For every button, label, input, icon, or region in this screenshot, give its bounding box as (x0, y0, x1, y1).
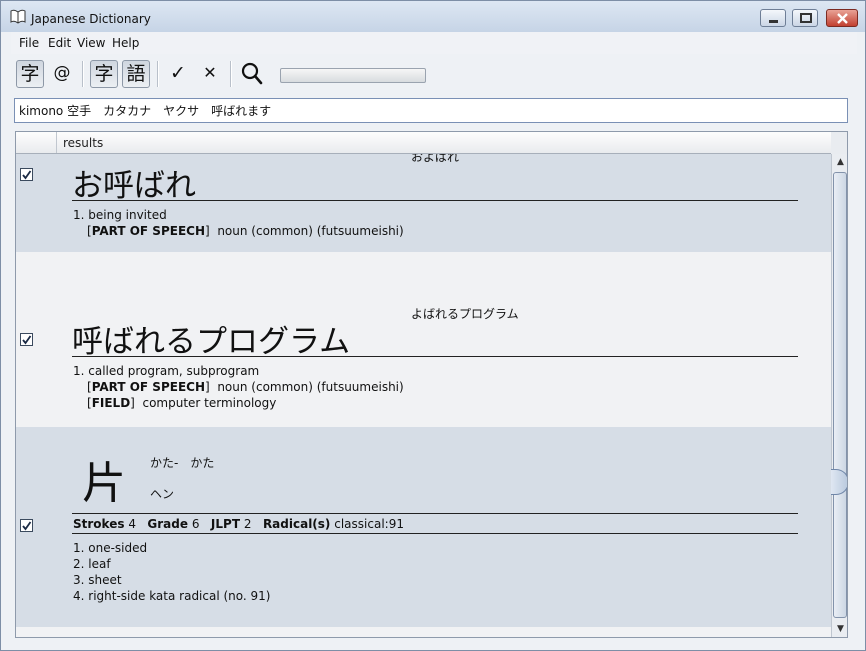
on-readings: ヘン (150, 487, 175, 501)
close-button[interactable] (826, 9, 858, 27)
menu-file[interactable]: File (19, 36, 39, 50)
at-sign-icon: @ (53, 63, 71, 83)
grade-value: 6 (191, 517, 200, 531)
checkmark-icon (22, 521, 32, 531)
result-row (16, 627, 831, 637)
checkmark-icon (22, 170, 32, 180)
scroll-up-arrow-icon[interactable]: ▲ (833, 154, 847, 170)
select-all-button[interactable]: ✓ (164, 60, 192, 88)
scroll-down-arrow-icon[interactable]: ▼ (833, 621, 847, 637)
kanji-result-row: 片 かた- かた ヘン Strokes 4 Grade 6 JLPT 2 Rad… (16, 427, 831, 627)
meaning-item: 1. one-sided (73, 541, 148, 555)
sense-text: 1. called program, subprogram (73, 364, 260, 378)
open-book-icon (10, 9, 26, 24)
maximize-button[interactable] (792, 9, 818, 27)
sense-text: 1. being invited (73, 208, 167, 222)
field-tag: [FIELD] computer terminology (87, 396, 277, 410)
menu-edit[interactable]: Edit (48, 36, 71, 50)
result-row: よばれるプログラム 呼ばれるプログラム 1. called program, s… (16, 252, 831, 427)
headword: お呼ばれ (72, 168, 196, 204)
meaning-item: 3. sheet (73, 573, 122, 587)
minimize-icon (769, 20, 778, 23)
cross-icon: ✕ (203, 63, 217, 82)
kana-reading: よばれるプログラム (411, 307, 519, 321)
pos-tag: [PART OF SPEECH] noun (common) (futsuume… (87, 380, 404, 394)
tag-value: computer terminology (142, 396, 277, 410)
divider (72, 513, 798, 514)
checkmark-icon (22, 335, 32, 345)
scrollbar-thumb[interactable] (833, 172, 847, 618)
search-button[interactable] (238, 60, 266, 88)
meaning-item: 2. leaf (73, 557, 111, 571)
meaning-item: 4. right-side kata radical (no. 91) (73, 589, 271, 603)
table-header: results (16, 132, 831, 154)
kanji-mode-icon: 字 (20, 63, 40, 85)
results-table: results およばれ お呼ばれ 1. being invited [PART… (15, 131, 848, 638)
tag-value: noun (common) (futsuumeishi) (217, 224, 404, 238)
checkmark-icon: ✓ (170, 62, 186, 84)
kana-reading: およばれ (411, 154, 460, 164)
jlpt-value: 2 (243, 517, 252, 531)
divider (72, 200, 798, 201)
grade-label: Grade (147, 517, 188, 531)
tag-label: FIELD (91, 396, 131, 410)
toolbar-separator (230, 61, 232, 87)
tag-label: PART OF SPEECH (91, 380, 205, 394)
strokes-value: 4 (128, 517, 136, 531)
minimize-button[interactable] (760, 9, 786, 27)
progress-bar (280, 68, 426, 83)
kun-readings: かた- かた (150, 456, 215, 470)
strokes-label: Strokes (73, 517, 125, 531)
word-search-button[interactable]: 語 (122, 60, 150, 88)
search-field[interactable] (14, 98, 848, 123)
tag-value: noun (common) (futsuumeishi) (217, 380, 404, 394)
result-checkbox[interactable] (20, 168, 33, 181)
radical-value: classical:91 (334, 517, 404, 531)
tag-label: PART OF SPEECH (91, 224, 205, 238)
deselect-all-button[interactable]: ✕ (196, 60, 224, 88)
result-checkbox[interactable] (20, 519, 33, 532)
word-icon: 語 (126, 63, 146, 85)
result-row: およばれ お呼ばれ 1. being invited [PART OF SPEE… (16, 154, 831, 252)
search-input[interactable] (19, 101, 841, 120)
vertical-scrollbar[interactable]: ▲ ▼ (831, 154, 847, 637)
menu-view[interactable]: View (77, 36, 105, 50)
kanji-info: Strokes 4 Grade 6 JLPT 2 Radical(s) clas… (73, 517, 404, 531)
pos-tag: [PART OF SPEECH] noun (common) (futsuume… (87, 224, 404, 238)
window-title: Japanese Dictionary (31, 12, 151, 26)
result-checkbox[interactable] (20, 333, 33, 346)
menu-help[interactable]: Help (112, 36, 139, 50)
jlpt-label: JLPT (210, 517, 241, 531)
menu-bar: File Edit View Help (11, 32, 857, 54)
magnifier-icon (241, 62, 263, 85)
toolbar-separator (82, 61, 84, 87)
toolbar-separator (157, 61, 159, 87)
kanji-mode-button[interactable]: 字 (16, 60, 44, 88)
maximize-icon (800, 13, 812, 23)
radical-label: Radical(s) (262, 517, 331, 531)
headword: 呼ばれるプログラム (72, 324, 351, 360)
character-search-button[interactable]: 字 (90, 60, 118, 88)
divider (72, 533, 798, 534)
checkbox-column-header[interactable] (16, 132, 57, 153)
toolbar: 字 @ 字 語 ✓ ✕ (11, 55, 857, 93)
character-icon: 字 (94, 63, 114, 85)
kanji-character: 片 (82, 458, 126, 509)
results-list: およばれ お呼ばれ 1. being invited [PART OF SPEE… (16, 154, 831, 637)
close-icon (837, 13, 848, 24)
divider (72, 356, 798, 357)
email-button[interactable]: @ (48, 60, 76, 88)
results-column-header[interactable]: results (63, 136, 103, 150)
title-bar[interactable]: Japanese Dictionary (1, 1, 865, 32)
app-window: Japanese Dictionary File Edit View Help … (0, 0, 866, 651)
